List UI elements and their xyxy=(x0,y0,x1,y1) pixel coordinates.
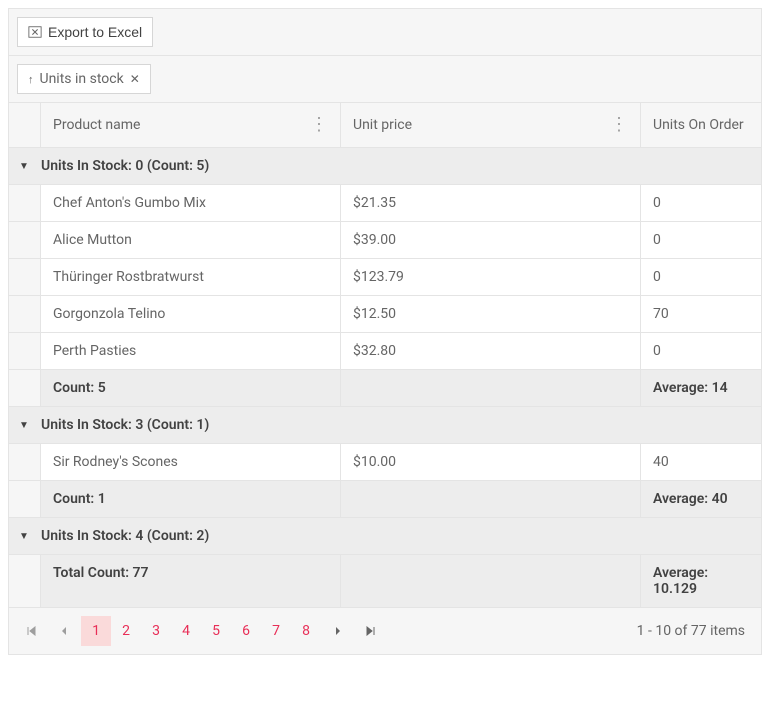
row-spacer xyxy=(9,222,41,258)
column-header-price[interactable]: Unit price ⋮ xyxy=(341,103,641,147)
close-icon[interactable]: ✕ xyxy=(130,72,140,86)
pager-page-5[interactable]: 5 xyxy=(201,616,231,646)
cell-units: 40 xyxy=(641,444,761,480)
grand-average: Average: 10.129 xyxy=(641,555,761,607)
group-header-label: Units In Stock: 4 (Count: 2) xyxy=(41,528,209,544)
cell-price: $39.00 xyxy=(341,222,641,258)
group-header-row[interactable]: ▼ Units In Stock: 3 (Count: 1) xyxy=(9,407,761,444)
cell-product: Perth Pasties xyxy=(41,333,341,369)
export-label: Export to Excel xyxy=(48,24,142,40)
cell-price: $10.00 xyxy=(341,444,641,480)
pager-page-8[interactable]: 8 xyxy=(291,616,321,646)
group-footer-count: Count: 1 xyxy=(41,481,341,517)
cell-price: $21.35 xyxy=(341,185,641,221)
cell-product: Sir Rodney's Scones xyxy=(41,444,341,480)
cell-price: $123.79 xyxy=(341,259,641,295)
column-label: Units On Order xyxy=(653,117,744,133)
excel-icon xyxy=(28,25,42,39)
row-spacer xyxy=(9,444,41,480)
collapse-icon[interactable]: ▼ xyxy=(17,531,31,542)
pager-page-2[interactable]: 2 xyxy=(111,616,141,646)
table-row[interactable]: Sir Rodney's Scones$10.0040 xyxy=(9,444,761,481)
column-menu-icon[interactable]: ⋮ xyxy=(610,116,628,134)
cell-product: Chef Anton's Gumbo Mix xyxy=(41,185,341,221)
group-header-label: Units In Stock: 3 (Count: 1) xyxy=(41,417,209,433)
row-spacer xyxy=(9,185,41,221)
group-footer-count: Count: 5 xyxy=(41,370,341,406)
pager-page-4[interactable]: 4 xyxy=(171,616,201,646)
column-header-units-on-order[interactable]: Units On Order xyxy=(641,103,761,147)
group-footer-empty xyxy=(341,370,641,406)
cell-units: 70 xyxy=(641,296,761,332)
cell-units: 0 xyxy=(641,185,761,221)
cell-product: Gorgonzola Telino xyxy=(41,296,341,332)
column-label: Product name xyxy=(53,117,140,133)
row-spacer xyxy=(9,296,41,332)
cell-units: 0 xyxy=(641,222,761,258)
pager-controls: 12345678 xyxy=(17,616,385,646)
cell-product: Thüringer Rostbratwurst xyxy=(41,259,341,295)
pager-first-button[interactable] xyxy=(17,616,47,646)
group-header-row[interactable]: ▼ Units In Stock: 4 (Count: 2) xyxy=(9,518,761,555)
table-row[interactable]: Alice Mutton$39.000 xyxy=(9,222,761,259)
data-grid: Export to Excel ↑ Units in stock ✕ Produ… xyxy=(8,8,762,655)
group-footer-row: Count: 1 Average: 40 xyxy=(9,481,761,518)
pager-info: 1 - 10 of 77 items xyxy=(637,623,753,639)
sort-asc-icon: ↑ xyxy=(28,73,34,86)
collapse-icon[interactable]: ▼ xyxy=(17,420,31,431)
pager-last-button[interactable] xyxy=(355,616,385,646)
column-label: Unit price xyxy=(353,117,412,133)
column-headers-row: Product name ⋮ Unit price ⋮ Units On Ord… xyxy=(9,103,761,148)
group-header-row[interactable]: ▼ Units In Stock: 0 (Count: 5) xyxy=(9,148,761,185)
grouping-header[interactable]: ↑ Units in stock ✕ xyxy=(9,56,761,103)
group-chip-units-in-stock[interactable]: ↑ Units in stock ✕ xyxy=(17,64,151,94)
column-header-product[interactable]: Product name ⋮ xyxy=(41,103,341,147)
cell-product: Alice Mutton xyxy=(41,222,341,258)
pager-next-button[interactable] xyxy=(323,616,353,646)
row-spacer xyxy=(9,259,41,295)
table-row[interactable]: Gorgonzola Telino$12.5070 xyxy=(9,296,761,333)
table-row[interactable]: Chef Anton's Gumbo Mix$21.350 xyxy=(9,185,761,222)
footer-spacer xyxy=(9,370,41,406)
group-footer-empty xyxy=(341,481,641,517)
cell-price: $12.50 xyxy=(341,296,641,332)
cell-units: 0 xyxy=(641,333,761,369)
group-footer-avg: Average: 40 xyxy=(641,481,761,517)
group-chip-label: Units in stock xyxy=(40,71,124,87)
pager-page-1[interactable]: 1 xyxy=(81,616,111,646)
pager: 12345678 1 - 10 of 77 items xyxy=(9,608,761,654)
group-footer-row: Count: 5 Average: 14 xyxy=(9,370,761,407)
footer-spacer xyxy=(9,555,41,607)
row-spacer xyxy=(9,333,41,369)
collapse-icon[interactable]: ▼ xyxy=(17,161,31,172)
grand-footer-empty xyxy=(341,555,641,607)
column-menu-icon[interactable]: ⋮ xyxy=(310,116,328,134)
group-footer-avg: Average: 14 xyxy=(641,370,761,406)
cell-price: $32.80 xyxy=(341,333,641,369)
pager-page-6[interactable]: 6 xyxy=(231,616,261,646)
footer-spacer xyxy=(9,481,41,517)
cell-units: 0 xyxy=(641,259,761,295)
grid-body: ▼ Units In Stock: 0 (Count: 5) Chef Anton'… xyxy=(9,148,761,555)
grand-footer-row: Total Count: 77 Average: 10.129 xyxy=(9,555,761,608)
group-collapse-column xyxy=(9,103,41,147)
table-row[interactable]: Thüringer Rostbratwurst$123.790 xyxy=(9,259,761,296)
grid-toolbar: Export to Excel xyxy=(9,9,761,56)
pager-page-3[interactable]: 3 xyxy=(141,616,171,646)
export-excel-button[interactable]: Export to Excel xyxy=(17,17,153,47)
grand-total-count: Total Count: 77 xyxy=(41,555,341,607)
table-row[interactable]: Perth Pasties$32.800 xyxy=(9,333,761,370)
pager-prev-button[interactable] xyxy=(49,616,79,646)
pager-page-7[interactable]: 7 xyxy=(261,616,291,646)
group-header-label: Units In Stock: 0 (Count: 5) xyxy=(41,158,209,174)
